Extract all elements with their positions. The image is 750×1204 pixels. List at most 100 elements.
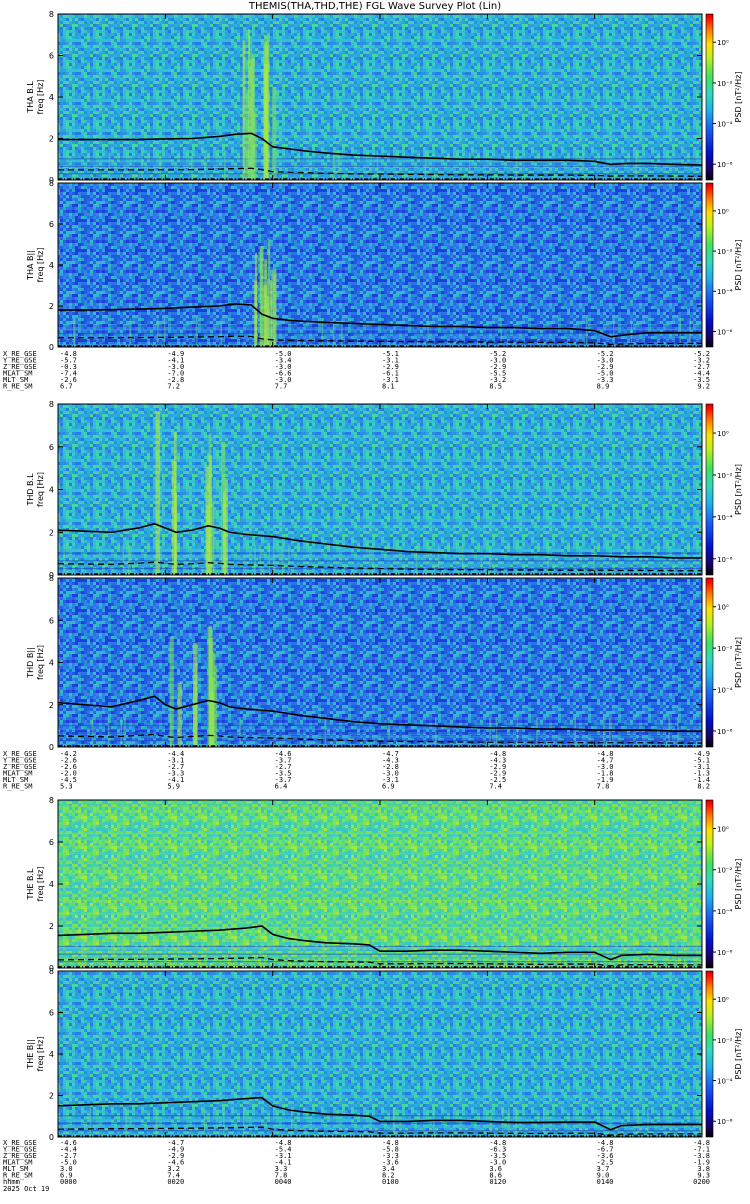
spectral-streak	[259, 545, 262, 575]
spectral-streak	[437, 545, 440, 575]
y-tick-label: 2	[49, 302, 54, 311]
harmonic-band	[58, 873, 702, 875]
spectral-streak	[427, 318, 429, 347]
y-tick-label: 4	[49, 880, 54, 889]
colorbar-tick-label: 10⁰	[717, 826, 729, 834]
y-tick-label: 8	[49, 967, 54, 976]
spectral-streak	[224, 150, 226, 180]
colorbar-label: PSD [nT²/Hz]	[734, 1029, 743, 1080]
colorbar	[705, 403, 714, 576]
ephemeris-label: R_RE_SM	[3, 383, 33, 391]
harmonic-band	[58, 920, 702, 922]
y-tick-label: 4	[49, 659, 54, 668]
spectral-streak	[259, 938, 262, 968]
y-tick-label: 8	[49, 574, 54, 583]
spectral-streak	[461, 545, 464, 575]
panel-name-label: THD B.L	[26, 473, 35, 507]
wave-burst	[242, 40, 246, 181]
spectral-streak	[338, 150, 340, 180]
colorbar-tick-label: 10⁰	[717, 208, 729, 216]
spectral-streak	[251, 150, 254, 180]
y-tick-label: 6	[49, 220, 54, 229]
low-freq-band	[58, 325, 702, 327]
spectral-streak	[107, 717, 110, 747]
harmonic-band	[58, 805, 702, 807]
y-tick-label: 6	[49, 838, 54, 847]
ephemeris-value: 7.8	[597, 783, 610, 791]
spectral-streak	[223, 1107, 225, 1137]
harmonic-band	[58, 819, 702, 821]
spectral-streak	[81, 938, 84, 968]
low-freq-band	[58, 1115, 702, 1117]
y-tick-label: 0	[49, 343, 54, 352]
spectral-streak	[157, 318, 159, 347]
colorbar-label: PSD [nT²/Hz]	[734, 859, 743, 910]
spectral-streak	[121, 938, 124, 968]
spectral-streak	[272, 545, 275, 575]
y-tick-label: 4	[49, 486, 54, 495]
low-freq-band	[58, 961, 702, 963]
spectral-streak	[243, 1107, 245, 1137]
spectral-streak	[89, 1107, 92, 1137]
harmonic-band	[58, 940, 702, 942]
colorbar	[705, 799, 714, 969]
y-tick-label: 8	[49, 796, 54, 805]
harmonic-band	[58, 866, 702, 868]
y-tick-label: 2	[49, 1092, 54, 1101]
wave-burst	[259, 246, 264, 347]
spectral-streak	[159, 150, 161, 180]
spectral-streak	[129, 318, 131, 347]
spectral-streak	[468, 150, 471, 180]
ephemeris-value: 8.9	[597, 383, 610, 391]
colorbar-tick-label: 10⁰	[717, 39, 729, 47]
harmonic-band	[58, 846, 702, 848]
survey-figure: THEMIS(THA,THD,THE) FGL Wave Survey Plot…	[0, 0, 750, 1200]
spectrogram-background	[58, 971, 702, 1137]
spectral-streak	[700, 1107, 702, 1137]
panel-name-label: THE B.L	[26, 868, 35, 901]
spectral-streak	[480, 545, 483, 575]
spectral-streak	[699, 938, 701, 968]
panel-name-label: THA B||	[26, 250, 35, 281]
colorbar-tick-label: 10⁻⁶	[717, 1118, 733, 1126]
low-freq-band	[58, 560, 702, 562]
wave-burst	[272, 86, 277, 180]
y-tick-label: 8	[49, 179, 54, 188]
spectral-streak	[108, 150, 111, 180]
ephemeris-value: 6.7	[60, 383, 73, 391]
spectral-streak	[124, 717, 126, 747]
ephemeris-value: 8.1	[382, 383, 395, 391]
spectral-streak	[177, 938, 180, 968]
spectral-streak	[574, 717, 576, 747]
spectral-streak	[141, 150, 143, 180]
y-tick-label: 4	[49, 1050, 54, 1059]
spectral-streak	[585, 318, 588, 347]
spectral-streak	[495, 717, 498, 747]
spectrogram-background	[58, 14, 702, 180]
colorbar-tick-label: 10⁻²	[717, 645, 733, 653]
time-tick-label: 0020	[167, 1178, 184, 1186]
spectral-streak	[282, 545, 284, 575]
low-freq-band	[58, 953, 702, 955]
y-axis-label: freq [Hz]	[36, 1037, 45, 1072]
harmonic-band	[58, 859, 702, 861]
y-tick-label: 4	[49, 261, 54, 270]
ephemeris-value: 8.5	[489, 383, 502, 391]
ephemeris-value: 7.7	[275, 383, 288, 391]
low-freq-band	[58, 945, 702, 948]
wave-burst	[173, 431, 177, 575]
spectral-streak	[288, 545, 290, 575]
harmonic-band	[58, 893, 702, 895]
colorbar-tick-label: 10⁻⁶	[717, 728, 733, 736]
spectral-streak	[291, 1107, 293, 1137]
time-tick-label: 0200	[693, 1178, 710, 1186]
wave-burst	[254, 111, 257, 180]
colorbar-tick-label: 10⁻⁶	[717, 556, 733, 564]
colorbar-tick-label: 10⁻⁶	[717, 161, 733, 169]
colorbar-tick-label: 10⁻⁶	[717, 328, 733, 336]
spectral-streak	[393, 1107, 396, 1137]
spectral-streak	[268, 318, 270, 347]
panel-name-label: THE B||	[26, 1039, 35, 1069]
spectral-streak	[333, 150, 336, 180]
y-tick-label: 6	[49, 616, 54, 625]
